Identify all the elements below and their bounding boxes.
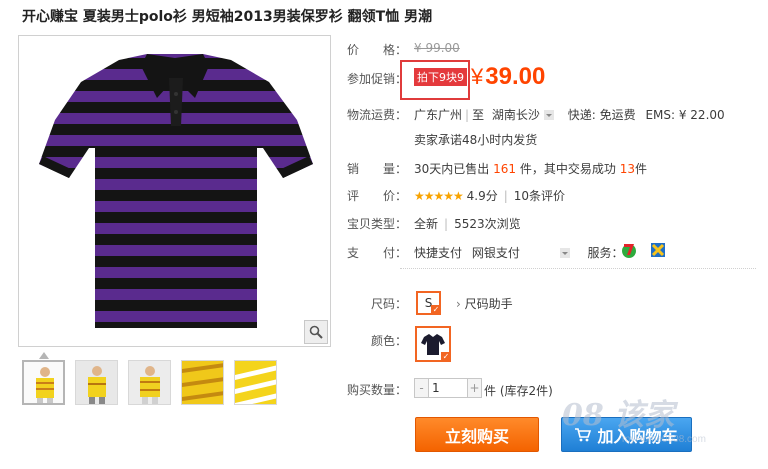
express-fee: 快递: 免运费 <box>567 108 636 122</box>
zoom-button[interactable] <box>304 320 328 344</box>
promo-price: ¥39.00 <box>471 63 545 91</box>
quantity-input[interactable] <box>428 379 468 397</box>
ship-to-dropdown[interactable]: 湖南长沙 <box>492 108 554 122</box>
ship-promise: 卖家承诺48小时内发货 <box>414 133 538 147</box>
price-label: 价 格： <box>347 43 408 57</box>
polo-shirt-image <box>19 36 330 346</box>
buy-now-button[interactable]: 立刻购买 <box>415 417 539 452</box>
payment-info: 快捷支付 网银支付 服务： <box>414 244 624 261</box>
payment-label: 支 付： <box>347 246 408 260</box>
thumbnail-5[interactable] <box>234 360 277 405</box>
success-count: 13 <box>619 162 635 176</box>
thumbnail-image <box>24 362 63 403</box>
rating-score: 4.9分 <box>466 189 498 203</box>
thumbnail-image <box>76 361 117 404</box>
promo-price-value: 39.00 <box>485 63 546 90</box>
sales-info: 30天内已售出 161 件，其中交易成功 13件 <box>414 160 647 177</box>
shipping-info: 广东广州 | 至 湖南长沙 快递: 免运费 EMS: ¥ 22.00 <box>414 108 725 122</box>
seven-day-return-icon <box>622 244 636 258</box>
reviews-link[interactable]: 10条评价 <box>514 189 565 203</box>
options-divider <box>400 268 756 269</box>
stock-info: 件 (库存2件) <box>484 384 553 398</box>
chevron-right-icon: › <box>456 297 461 311</box>
view-count: 5523次浏览 <box>454 217 521 231</box>
thumbnail-pointer <box>39 352 49 359</box>
item-type-info: 全新 | 5523次浏览 <box>414 217 521 231</box>
payment-bank: 网银支付 <box>471 246 520 260</box>
size-helper-link[interactable]: › 尺码助手 <box>456 295 513 312</box>
magnifier-icon <box>309 325 323 339</box>
promo-tag: 拍下9块9 <box>414 68 467 86</box>
thumbnail-image <box>182 361 223 404</box>
ems-fee: EMS: ¥ 22.00 <box>645 108 725 122</box>
sales-prefix: 30天内已售出 <box>414 162 490 176</box>
item-type-label: 宝贝类型： <box>347 217 408 231</box>
service-label: 服务： <box>587 246 624 260</box>
star-rating-icon: ★★★★★ <box>414 189 464 203</box>
color-option-black[interactable]: ✓ <box>415 326 451 362</box>
thumbnail-3[interactable] <box>128 360 171 405</box>
check-icon: ✓ <box>431 305 441 315</box>
promo-label: 参加促销： <box>347 72 408 86</box>
thumbnail-list <box>22 360 277 405</box>
buy-now-label: 立刻购买 <box>444 426 509 446</box>
thumbnail-4[interactable] <box>181 360 224 405</box>
chevron-down-icon <box>543 109 554 120</box>
quantity-stepper: - + <box>414 378 482 398</box>
ship-from: 广东广州 <box>414 108 463 122</box>
sold-count: 161 <box>493 162 517 176</box>
watermark-sub: myHome0008.com <box>622 434 706 445</box>
thumbnail-1[interactable] <box>22 360 65 405</box>
thumbnail-2[interactable] <box>75 360 118 405</box>
original-price: ¥ 99.00 <box>414 41 460 55</box>
decrement-button[interactable]: - <box>415 379 428 397</box>
ship-to-prefix: 至 <box>472 108 485 122</box>
thumbnail-image <box>129 361 170 404</box>
size-option-s[interactable]: S ✓ <box>416 291 441 315</box>
sales-mid: 件，其中交易成功 <box>519 162 616 176</box>
guarantee-badge-icon <box>651 243 665 257</box>
shipping-label: 物流运费： <box>347 108 408 122</box>
size-label: 尺码： <box>371 297 408 311</box>
item-condition: 全新 <box>414 217 439 231</box>
ship-to: 湖南长沙 <box>491 108 540 122</box>
sales-suffix: 件 <box>634 162 647 176</box>
thumbnail-image <box>235 361 276 404</box>
payment-quick: 快捷支付 <box>414 246 463 260</box>
product-title: 开心赚宝 夏装男士polo衫 男短袖2013男装保罗衫 翻领T恤 男潮 <box>22 9 433 25</box>
sales-label: 销 量： <box>347 162 408 176</box>
size-helper-label: 尺码助手 <box>464 297 513 311</box>
payment-dropdown-icon[interactable] <box>559 247 570 258</box>
color-label: 颜色： <box>371 334 408 348</box>
increment-button[interactable]: + <box>468 379 481 397</box>
check-icon: ✓ <box>441 352 451 362</box>
site-watermark: 08 该家 myHome0008.com <box>562 390 706 445</box>
rating-info: ★★★★★ 4.9分 | 10条评价 <box>414 189 566 203</box>
currency-symbol: ¥ <box>471 64 484 89</box>
qty-label: 购买数量： <box>347 383 408 397</box>
watermark-main: 08 该家 <box>562 398 675 433</box>
rating-label: 评 价： <box>347 189 408 203</box>
main-product-image[interactable] <box>18 35 331 347</box>
